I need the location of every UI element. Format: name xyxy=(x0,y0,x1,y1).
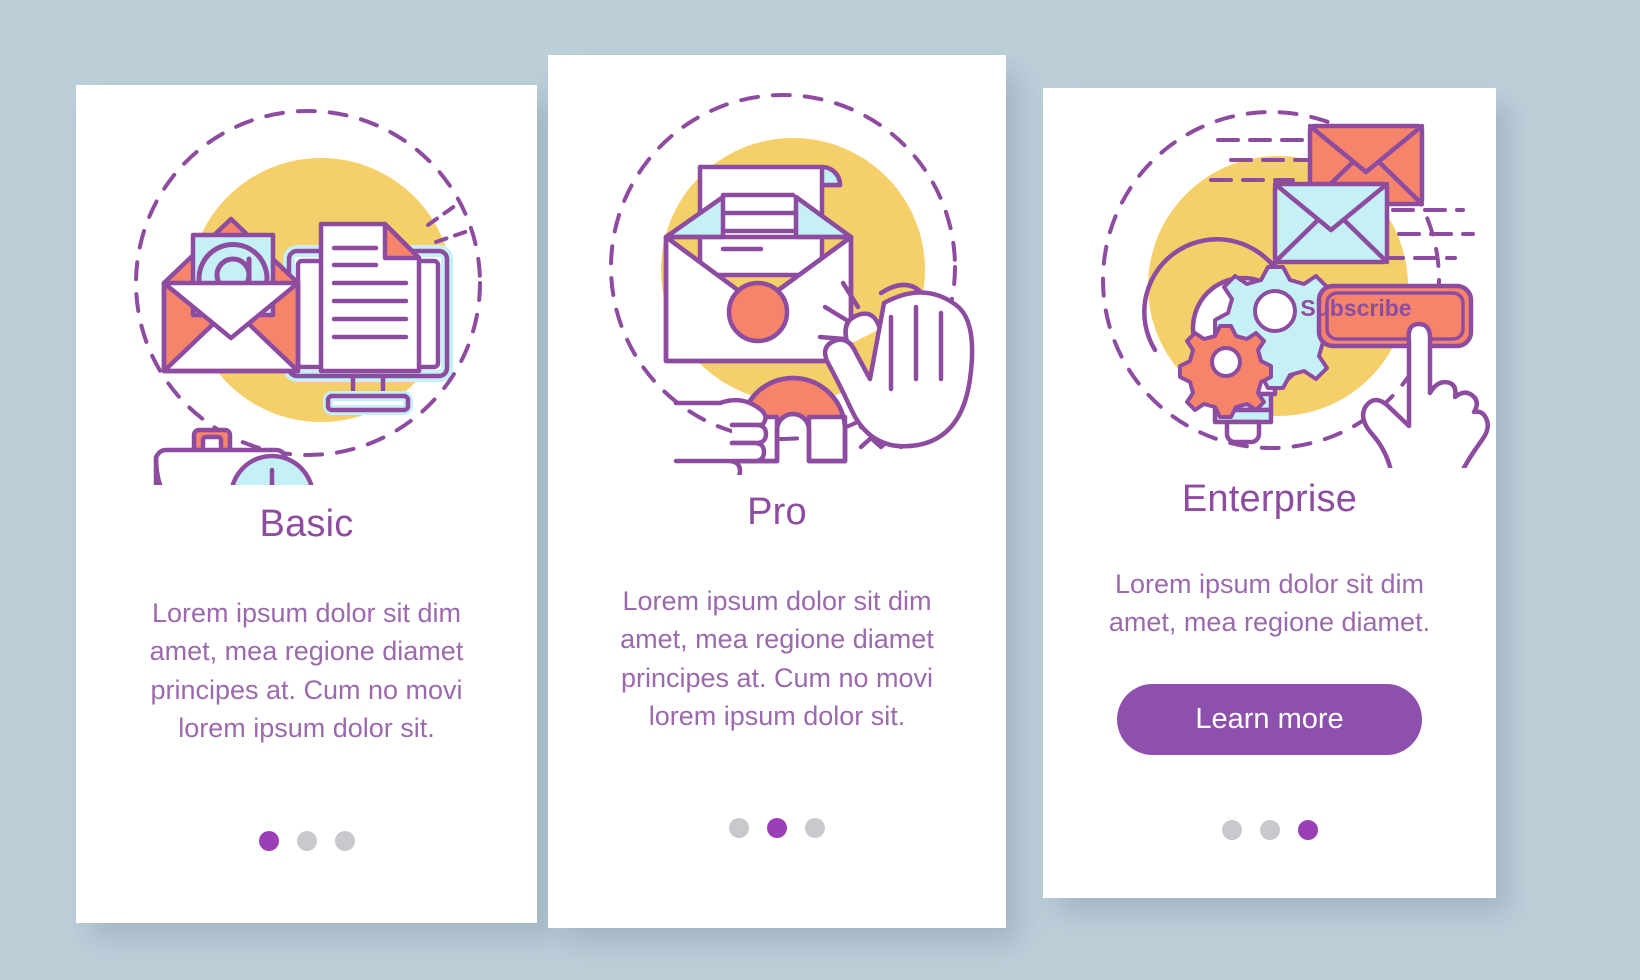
pagination-dot-2[interactable] xyxy=(296,831,317,851)
pagination-dot-2[interactable] xyxy=(1259,820,1280,840)
pagination-dot-2[interactable] xyxy=(767,818,787,838)
card-title: Pro xyxy=(747,491,807,533)
illustration-enterprise xyxy=(1043,88,1496,468)
card-title: Basic xyxy=(259,503,354,545)
onboarding-screens: Basic Lorem ipsum dolor sit dim amet, me… xyxy=(0,0,1640,980)
pagination-dot-1[interactable] xyxy=(1221,820,1242,840)
pagination-dots xyxy=(548,818,1006,838)
card-description: Lorem ipsum dolor sit dim amet, mea regi… xyxy=(620,586,934,731)
card-title: Enterprise xyxy=(1181,478,1358,520)
onboarding-card-basic[interactable]: Basic Lorem ipsum dolor sit dim amet, me… xyxy=(76,85,537,923)
pagination-dot-3[interactable] xyxy=(334,831,355,851)
card-description: Lorem ipsum dolor sit dim amet, mea regi… xyxy=(1108,569,1431,638)
pagination-dot-3[interactable] xyxy=(1297,820,1318,840)
cta-container: Learn more xyxy=(1043,683,1496,755)
pagination-dot-1[interactable] xyxy=(729,818,749,838)
onboarding-card-enterprise[interactable]: Enterprise Lorem ipsum dolor sit dim ame… xyxy=(1043,88,1496,898)
pagination-dots xyxy=(76,831,537,851)
pagination-dots xyxy=(1043,820,1496,840)
pagination-dot-1[interactable] xyxy=(258,831,279,851)
illustration-basic xyxy=(76,85,537,485)
card-description: Lorem ipsum dolor sit dim amet, mea regi… xyxy=(149,598,464,743)
learn-more-button[interactable]: Learn more xyxy=(1117,683,1422,755)
onboarding-card-pro[interactable]: Pro Lorem ipsum dolor sit dim amet, mea … xyxy=(548,55,1006,928)
illustration-pro xyxy=(548,55,1006,475)
pagination-dot-3[interactable] xyxy=(805,818,825,838)
